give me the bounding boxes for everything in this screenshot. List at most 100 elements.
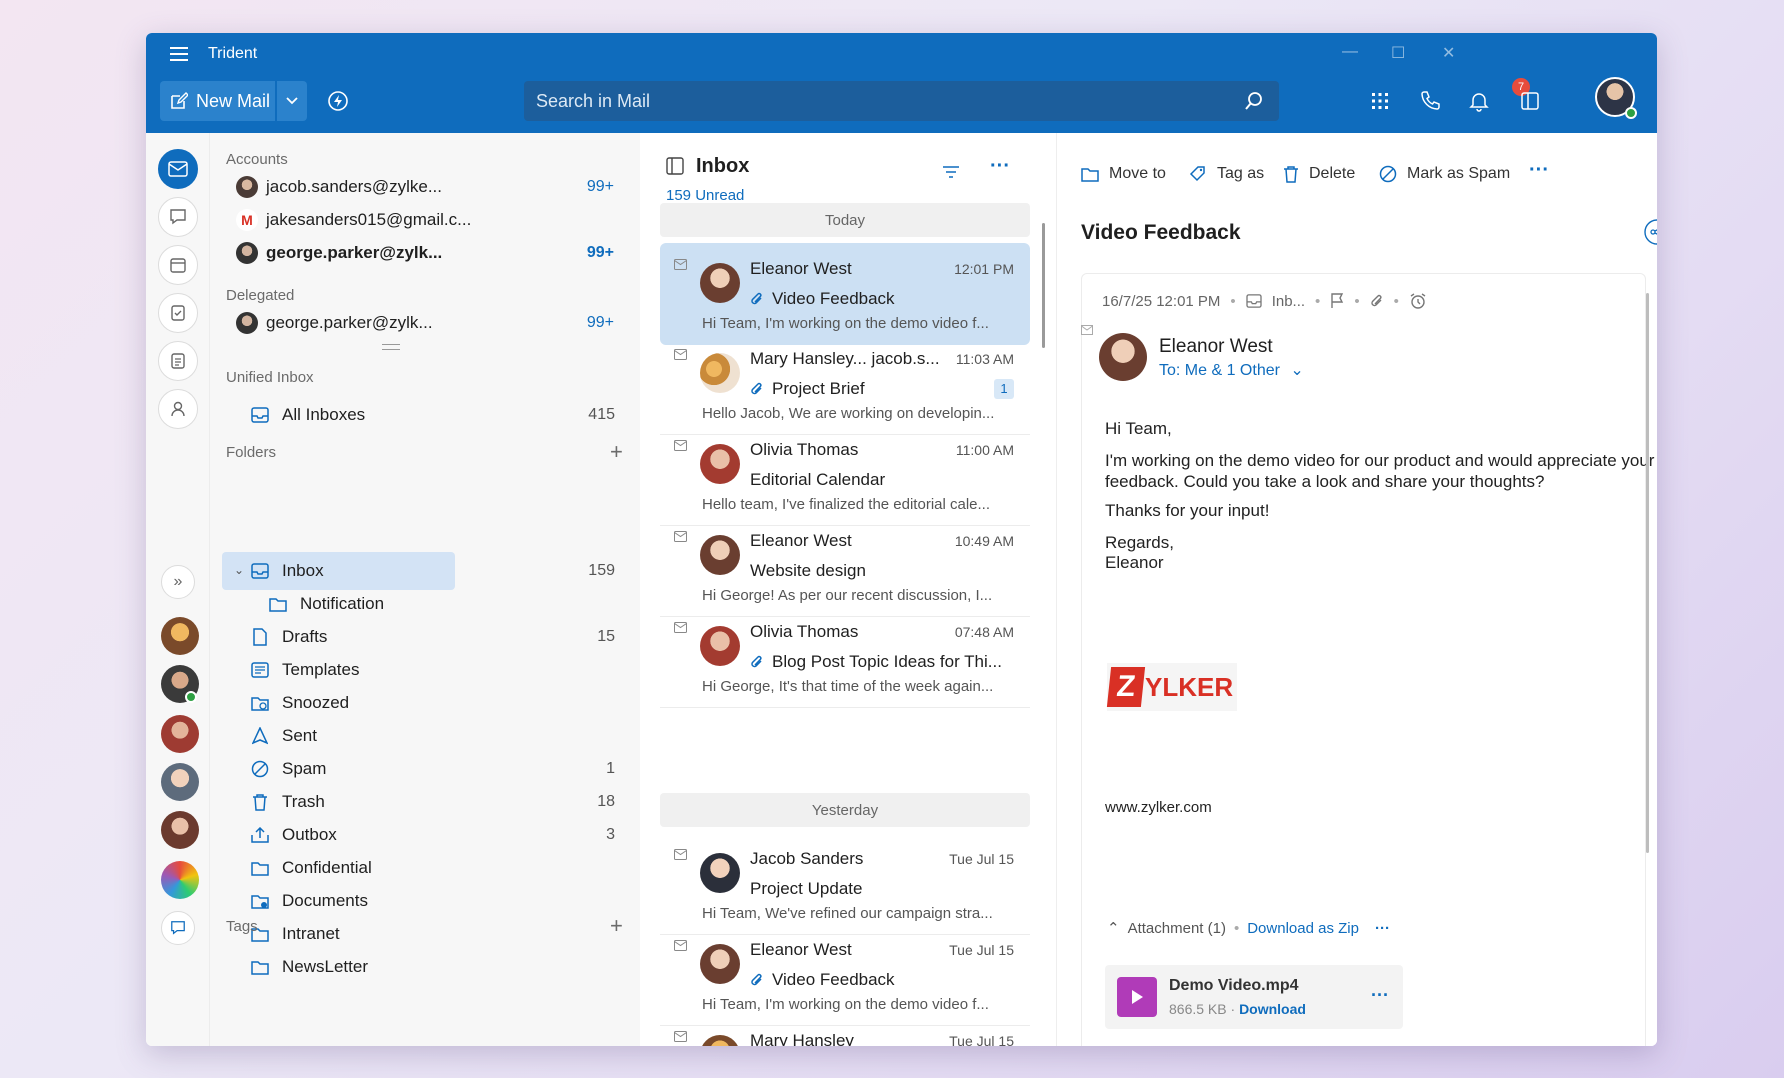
folder-item-confidential[interactable]: Confidential [250, 851, 495, 885]
message-item[interactable]: Eleanor West 12:01 PM Video Feedback Hi Tea… [660, 243, 1030, 345]
bell-icon[interactable] [1467, 89, 1491, 113]
attachment-options-icon[interactable]: ··· [1371, 985, 1389, 1006]
attachment-card[interactable]: Demo Video.mp4 866.5 KB · Download ··· [1105, 965, 1403, 1029]
envelope-icon[interactable] [674, 1031, 687, 1042]
search-input[interactable]: Search in Mail [524, 81, 1279, 121]
inbox-icon [250, 561, 270, 581]
message-item[interactable]: Eleanor West Tue Jul 15 Video Feedback Hi T… [660, 924, 1030, 1026]
filter-icon[interactable] [942, 165, 960, 179]
recipients[interactable]: To: Me & 1 Other ⌄ [1159, 360, 1304, 380]
email-folder[interactable]: Inb... [1272, 293, 1305, 310]
rail-calendar[interactable] [158, 245, 198, 285]
folder-item-spam[interactable]: Spam 1 [250, 752, 615, 786]
envelope-icon[interactable] [674, 440, 687, 451]
unread-count[interactable]: 159 Unread [666, 187, 744, 204]
rail-mail[interactable] [158, 149, 198, 189]
add-tag-icon[interactable]: + [610, 913, 623, 939]
envelope-icon[interactable] [674, 259, 687, 270]
attachment-more-icon[interactable]: ··· [1375, 920, 1390, 937]
delegated-account-item[interactable]: george.parker@zylk... 99+ [236, 308, 626, 338]
folder-item-outbox[interactable]: Outbox 3 [250, 818, 615, 852]
contact-avatar[interactable] [161, 763, 199, 801]
panel-toggle-icon[interactable] [1518, 89, 1542, 113]
contact-avatar[interactable] [161, 811, 199, 849]
envelope-icon[interactable] [674, 940, 687, 951]
folder-item-notification[interactable]: Notification [268, 587, 513, 621]
account-item[interactable]: jacob.sanders@zylke... 99+ [236, 172, 626, 202]
more-options-icon[interactable]: ··· [990, 155, 1010, 178]
folder-item-drafts[interactable]: Drafts 15 [250, 620, 615, 654]
account-item[interactable]: george.parker@zylk... 99+ [236, 238, 626, 268]
list-scrollbar[interactable] [1042, 223, 1045, 348]
rail-chat[interactable] [158, 197, 198, 237]
resize-handle[interactable] [382, 344, 400, 350]
folder-item-documents[interactable]: Documents [250, 884, 495, 918]
folder-item-intranet[interactable]: Intranet [250, 917, 495, 951]
message-sender: Olivia Thomas [750, 440, 859, 459]
search-icon[interactable] [1243, 90, 1265, 112]
draft-icon [250, 627, 270, 647]
download-zip-link[interactable]: Download as Zip [1247, 920, 1359, 937]
more-actions-icon[interactable]: ··· [1529, 159, 1549, 182]
rail-contacts[interactable] [158, 389, 198, 429]
message-subject: Blog Post Topic Ideas for Thi... [772, 652, 1002, 671]
folder-item-inbox[interactable]: Inbox 159 [250, 554, 615, 588]
message-subject-row: Project Brief [750, 379, 865, 399]
all-inboxes-item[interactable]: All Inboxes 415 [250, 398, 615, 432]
day-separator: Yesterday [660, 793, 1030, 827]
folder-item-sent[interactable]: Sent [250, 719, 495, 753]
envelope-icon[interactable] [674, 531, 687, 542]
folder-item-trash[interactable]: Trash 18 [250, 785, 615, 819]
envelope-icon[interactable] [674, 349, 687, 360]
website-link[interactable]: www.zylker.com [1105, 799, 1212, 816]
new-mail-button[interactable]: New Mail [160, 81, 275, 121]
folder-item-newsletter[interactable]: NewsLetter [250, 950, 495, 984]
folder-item-snoozed[interactable]: Snoozed [250, 686, 495, 720]
minimize-icon[interactable]: — [1342, 43, 1358, 61]
reminder-icon[interactable] [1409, 292, 1427, 310]
group-avatar[interactable] [161, 861, 199, 899]
chevron-up-icon[interactable]: ⌃ [1107, 919, 1120, 937]
message-item[interactable]: Mary Hansley... jacob.s... 11:03 AM Projec… [660, 333, 1030, 435]
sidebar-collapse-icon[interactable] [666, 157, 684, 175]
mark-spam-button[interactable]: Mark as Spam [1379, 165, 1510, 183]
apps-grid-icon[interactable] [1368, 89, 1392, 113]
message-item[interactable]: Eleanor West 10:49 AM Website design Hi Geo… [660, 515, 1030, 617]
message-item[interactable]: Olivia Thomas 11:00 AM Editorial Calendar H… [660, 424, 1030, 526]
move-to-button[interactable]: Move to [1081, 165, 1166, 183]
folder-label: Drafts [282, 627, 328, 646]
maximize-icon[interactable]: ☐ [1391, 43, 1405, 63]
close-icon[interactable]: ✕ [1442, 43, 1455, 63]
tag-as-button[interactable]: Tag as [1189, 165, 1264, 183]
sender-avatar[interactable] [1099, 333, 1147, 381]
account-item[interactable]: M jakesanders015@gmail.c... [236, 205, 626, 235]
contact-avatar[interactable] [161, 715, 199, 753]
message-item[interactable]: Jacob Sanders Tue Jul 15 Project Update Hi … [660, 833, 1030, 935]
folder-label: Outbox [282, 825, 337, 844]
share-icon[interactable] [1644, 219, 1657, 245]
phone-icon[interactable] [1418, 89, 1442, 113]
attachment-download-link[interactable]: Download [1239, 1001, 1306, 1017]
message-item[interactable]: Mary Hansley Tue Jul 15 [660, 1015, 1030, 1046]
envelope-icon[interactable] [674, 849, 687, 860]
move-to-label: Move to [1109, 165, 1166, 182]
add-folder-icon[interactable]: + [610, 439, 623, 465]
chevron-down-icon[interactable]: ⌄ [234, 563, 244, 577]
rail-feedback[interactable] [161, 911, 195, 945]
rail-notes[interactable] [158, 341, 198, 381]
attachment-meta: 866.5 KB · Download [1169, 1001, 1306, 1017]
attachment-icon[interactable] [1370, 293, 1384, 309]
flag-icon[interactable] [1330, 293, 1344, 309]
sender-name[interactable]: Eleanor West [1159, 336, 1273, 358]
menu-icon[interactable] [170, 47, 188, 61]
rail-tasks[interactable] [158, 293, 198, 333]
rail-expand[interactable]: » [161, 565, 195, 599]
new-mail-dropdown[interactable] [277, 81, 307, 121]
quick-actions-icon[interactable] [326, 89, 350, 113]
delete-button[interactable]: Delete [1283, 165, 1355, 183]
message-item[interactable]: Olivia Thomas 07:48 AM Blog Post Topic Ide… [660, 606, 1030, 708]
folder-item-templates[interactable]: Templates [250, 653, 495, 687]
contact-avatar[interactable] [161, 617, 199, 655]
envelope-icon[interactable] [674, 622, 687, 633]
reader-scrollbar[interactable] [1646, 293, 1649, 853]
